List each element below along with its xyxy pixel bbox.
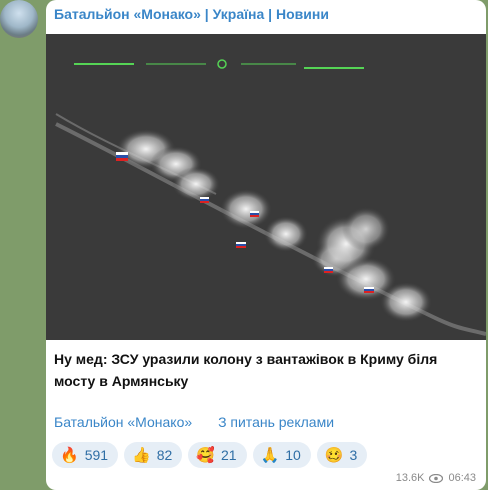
reaction-pray[interactable]: 🙏 10: [252, 442, 311, 468]
post-caption: Ну мед: ЗСУ уразили колону з вантажівок …: [54, 351, 438, 389]
reaction-count: 21: [221, 447, 237, 463]
post-image[interactable]: [46, 34, 486, 340]
reaction-count: 10: [285, 447, 301, 463]
reactions-bar: 🔥 591 👍 82 🥰 21 🙏 10 🥴 3: [52, 442, 368, 468]
channel-link[interactable]: Батальйон «Монако»: [54, 414, 192, 430]
reaction-hearts[interactable]: 🥰 21: [188, 442, 247, 468]
woozy-face-icon: 🥴: [324, 446, 344, 464]
post-links: Батальйон «Монако» З питань реклами: [54, 414, 356, 430]
reaction-count: 591: [84, 447, 109, 463]
reaction-thumbs-up[interactable]: 👍 82: [124, 442, 183, 468]
reaction-count: 3: [349, 447, 358, 463]
message-bubble: Батальйон «Монако» | Україна | Новини Ну…: [46, 0, 486, 490]
channel-name[interactable]: Батальйон «Монако» | Україна | Новини: [54, 6, 329, 22]
post-meta: 13.6K 06:43: [396, 472, 476, 484]
fire-icon: 🔥: [60, 446, 79, 464]
reaction-woozy[interactable]: 🥴 3: [316, 442, 368, 468]
view-count: 13.6K: [395, 472, 425, 484]
reaction-fire[interactable]: 🔥 591: [52, 442, 119, 468]
thumbs-up-icon: 👍: [132, 446, 151, 464]
pray-icon: 🙏: [260, 446, 280, 464]
post-time: 06:43: [448, 472, 476, 484]
channel-avatar[interactable]: [0, 0, 38, 38]
reaction-count: 82: [156, 447, 173, 463]
smiling-hearts-icon: 🥰: [196, 446, 215, 464]
ads-link[interactable]: З питань реклами: [218, 414, 334, 430]
eye-icon: [429, 473, 444, 483]
